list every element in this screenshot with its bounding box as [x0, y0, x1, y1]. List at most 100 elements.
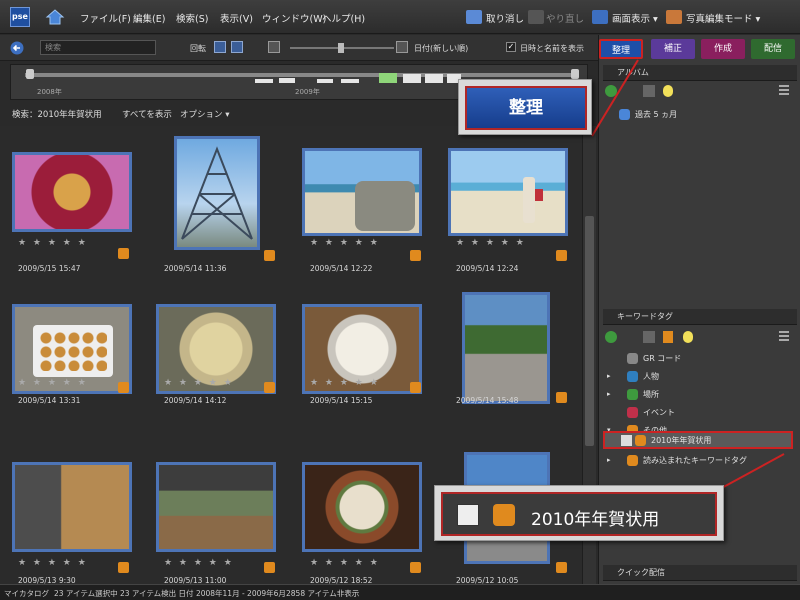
rating-stars[interactable]: ★ ★ ★ ★ ★ [18, 238, 88, 248]
tip-bulb-icon[interactable] [683, 331, 693, 343]
app-logo[interactable]: pse [10, 7, 30, 27]
status-catalog[interactable]: マイカタログ [4, 588, 49, 599]
keyword-row-people[interactable]: ▸ 人物 [605, 369, 795, 384]
photo-thumbnail[interactable] [156, 462, 276, 552]
photo-cell[interactable]: ★ ★ ★ ★ ★ 2009/5/12 18:52 [292, 430, 437, 585]
keyword-category-icon [627, 371, 638, 382]
keyword-tag-icon [118, 562, 129, 573]
thumbnail-large-icon[interactable] [396, 41, 408, 53]
menu-window[interactable]: ウィンドウ(W) [262, 11, 326, 25]
photo-cell[interactable]: ★ ★ ★ ★ ★ 2009/5/13 9:30 [0, 430, 145, 585]
slider-handle[interactable] [338, 43, 344, 53]
scrollbar-thumb[interactable] [585, 216, 594, 446]
panel-list-icon[interactable] [779, 331, 789, 343]
photo-cell[interactable]: ★ ★ ★ ★ ★ 2009/5/14 14:12 [146, 278, 291, 430]
redo-icon[interactable] [528, 10, 544, 24]
date-sort-dropdown[interactable]: 日付(新しい順) [414, 43, 468, 54]
photo-thumbnail[interactable] [448, 148, 568, 236]
redo-button[interactable]: やり直し [546, 11, 584, 25]
keyword-tag-icon [556, 562, 567, 573]
rotate-left-icon[interactable] [214, 41, 226, 53]
photo-cell[interactable]: ★ ★ ★ ★ ★ 2009/5/14 12:24 [438, 126, 583, 278]
keyword-row-new-year-card[interactable]: 2010年年賀状用 [603, 431, 793, 449]
photo-thumbnail[interactable] [302, 148, 422, 236]
display-icon[interactable] [592, 10, 608, 24]
menu-view[interactable]: 表示(V) [220, 11, 253, 25]
add-keyword-icon[interactable] [605, 331, 617, 343]
rating-stars[interactable]: ★ ★ ★ ★ ★ [310, 558, 380, 568]
thumbnail-small-icon[interactable] [268, 41, 280, 53]
home-icon[interactable] [44, 6, 66, 28]
timeline-selected-bar[interactable] [379, 73, 397, 83]
edit-keyword-icon[interactable] [643, 331, 655, 343]
rating-stars[interactable]: ★ ★ ★ ★ ★ [310, 238, 380, 248]
status-found: 23 アイテム検出 日付 2008年11月 - 2009年6月 [120, 589, 286, 598]
rating-stars[interactable]: ★ ★ ★ ★ ★ [18, 558, 88, 568]
panel-list-icon[interactable] [779, 85, 789, 97]
rating-stars[interactable]: ★ ★ ★ ★ ★ [164, 378, 234, 388]
callout-pointer-line [591, 59, 639, 137]
rating-stars[interactable]: ★ ★ ★ ★ ★ [456, 238, 526, 248]
photo-thumbnail[interactable] [462, 292, 550, 404]
menu-search[interactable]: 検索(S) [176, 11, 208, 25]
menu-edit[interactable]: 編集(E) [133, 11, 165, 25]
rotate-right-icon[interactable] [231, 41, 243, 53]
tab-share[interactable]: 配信 [751, 39, 795, 59]
timeline-end-handle[interactable] [571, 69, 579, 79]
show-date-checkbox[interactable]: ✓ [506, 42, 516, 52]
photo-date: 2009/5/14 12:24 [456, 264, 519, 273]
photo-thumbnail[interactable] [174, 136, 260, 250]
rating-stars[interactable]: ★ ★ ★ ★ ★ [310, 378, 380, 388]
tab-organize[interactable]: 整理 [599, 39, 643, 59]
timeline-bar [255, 79, 273, 83]
photo-edit-icon[interactable] [666, 10, 682, 24]
tab-create[interactable]: 作成 [701, 39, 745, 59]
menu-help[interactable]: ヘルプ(H) [322, 11, 365, 25]
search-result-text: 検索：2010年年賀状用 [12, 110, 102, 120]
keyword-tag-icon [410, 382, 421, 393]
undo-button[interactable]: 取り消し [486, 11, 524, 25]
status-bar: マイカタログ 23 アイテム選択中 23 アイテム検出 日付 2008年11月 … [0, 584, 800, 600]
photo-cell[interactable]: ★ ★ ★ ★ ★ 2009/5/15 15:47 [0, 126, 145, 278]
photo-thumbnail[interactable] [12, 462, 132, 552]
keyword-tag-icon [635, 435, 646, 446]
expand-arrow-icon[interactable]: ▸ [607, 387, 611, 402]
options-dropdown[interactable]: オプション ▾ [180, 108, 229, 120]
photo-cell[interactable]: 2009/5/14 15:48 [438, 278, 583, 430]
expand-arrow-icon[interactable]: ▸ [607, 453, 611, 468]
photo-cell[interactable]: ★ ★ ★ ★ ★ 2009/5/14 12:22 [292, 126, 437, 278]
timeline-track[interactable] [25, 73, 575, 77]
show-all-button[interactable]: すべてを表示 [122, 108, 172, 120]
timeline-bar [317, 79, 333, 83]
photo-cell[interactable]: ★ ★ ★ ★ ★ 2009/5/13 11:00 [146, 430, 291, 585]
rotate-label: 回転 [190, 44, 206, 53]
photo-cell[interactable]: ★ ★ ★ ★ ★ 2009/5/14 13:31 [0, 278, 145, 430]
keyword-row-events[interactable]: イベント [605, 405, 795, 420]
menu-file[interactable]: ファイル(F) [80, 11, 131, 25]
rating-stars[interactable]: ★ ★ ★ ★ ★ [164, 558, 234, 568]
tag-icon[interactable] [663, 331, 673, 343]
search-input[interactable]: 検索 [40, 40, 156, 55]
undo-icon[interactable] [466, 10, 482, 24]
timeline-bar [279, 78, 295, 83]
callout-organize: 整理 [458, 79, 592, 135]
back-arrow-icon[interactable] [10, 41, 24, 55]
photo-thumbnail[interactable] [302, 462, 422, 552]
photo-cell[interactable]: 2009/5/14 11:36 [146, 126, 291, 278]
keyword-tag-icon [556, 392, 567, 403]
photo-edit-mode-button[interactable]: 写真編集モード ▾ [686, 11, 760, 25]
expand-arrow-icon[interactable]: ▸ [607, 369, 611, 384]
keyword-tag-icon [410, 562, 421, 573]
photo-thumbnail[interactable] [12, 152, 132, 232]
keywords-header[interactable]: キーワードタグ [603, 309, 797, 325]
tip-bulb-icon[interactable] [663, 85, 673, 97]
display-menu-button[interactable]: 画面表示 ▾ [612, 11, 658, 25]
keyword-row-qr-code[interactable]: GR コード [605, 351, 795, 366]
timeline-start-handle[interactable] [26, 69, 34, 79]
photo-cell[interactable]: ★ ★ ★ ★ ★ 2009/5/14 15:15 [292, 278, 437, 430]
keyword-row-places[interactable]: ▸ 場所 [605, 387, 795, 402]
photo-date: 2009/5/15 15:47 [18, 264, 81, 273]
quick-share-header[interactable]: クイック配信 [603, 565, 797, 581]
tab-fix[interactable]: 補正 [651, 39, 695, 59]
rating-stars[interactable]: ★ ★ ★ ★ ★ [18, 378, 88, 388]
